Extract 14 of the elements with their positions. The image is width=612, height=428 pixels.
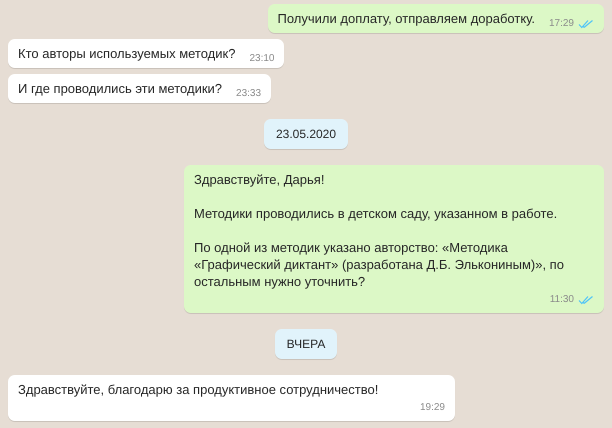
message-text: Получили доплату, отправляем доработку. (278, 10, 535, 27)
message-time: 17:29 (548, 17, 574, 31)
date-badge: ВЧЕРА (274, 329, 338, 359)
message-text: Кто авторы используемых методик? (18, 45, 236, 62)
message-text: Здравствуйте, благодарю за продуктивное сотрудничество! (18, 381, 380, 398)
message-time: 23:33 (236, 87, 262, 101)
message-time: 19:29 (420, 401, 445, 415)
message-text: Здравствуйте, Дарья! (194, 171, 326, 188)
message-text: Методики проводились в детском саду, указанном в работе. (194, 205, 558, 222)
message-text: По одной из методик указано авторство: «Методика «Графический диктант» (разработана Д.Б. Элькониным)», по остальным нужно уточнить? (194, 239, 565, 290)
message-text: И где проводились эти методики? (18, 80, 222, 97)
message-time: 23:10 (249, 52, 274, 66)
message-time: 11:30 (550, 293, 574, 307)
date-badge: 23.05.2020 (264, 119, 348, 149)
